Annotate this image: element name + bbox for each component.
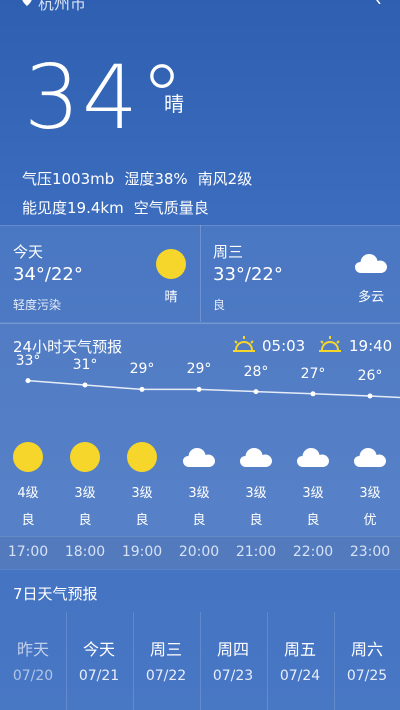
week-day-date: 07/21	[78, 668, 120, 684]
hour-temperature: 31°	[72, 357, 98, 373]
hour-aqi: 优	[363, 513, 377, 528]
weekly-day-column[interactable]: 周三 07/22	[133, 612, 199, 710]
hour-wind: 3级	[131, 486, 153, 501]
hour-aqi: 良	[135, 513, 149, 528]
hour-time: 18:00	[64, 544, 106, 560]
today-aqi: 轻度污染	[13, 298, 62, 312]
share-icon[interactable]	[372, 0, 382, 4]
sunset-time: 19:40	[349, 337, 393, 355]
week-column-divider	[66, 612, 67, 710]
hour-wind: 3级	[302, 486, 324, 501]
week-day-name: 周三	[149, 640, 182, 659]
week-day-date: 07/20	[12, 668, 54, 684]
weekly-forecast-title: 7日天气预报	[13, 585, 98, 603]
sun-icon	[12, 441, 44, 477]
sun-icon	[156, 249, 186, 279]
temperature-point	[25, 378, 31, 384]
temperature-point	[196, 386, 202, 392]
sunrise-icon	[233, 336, 255, 352]
humidity: 湿度38%	[124, 170, 188, 188]
tomorrow-aqi: 良	[213, 298, 226, 312]
tomorrow-label: 周三	[213, 243, 244, 261]
sunset-icon	[319, 336, 341, 352]
cloud-icon	[183, 446, 215, 472]
today-temps: 34°/22°	[13, 264, 83, 285]
weather-details-row-1: 气压1003mb 湿度38% 南风2级	[22, 168, 262, 189]
week-column-divider	[133, 612, 134, 710]
week-column-divider	[200, 612, 201, 710]
hour-time: 22:00	[292, 544, 334, 560]
hour-time: 23:00	[349, 544, 391, 560]
week-day-date: 07/25	[346, 668, 388, 684]
current-temperature: 34°	[24, 46, 186, 149]
hour-time: 20:00	[178, 544, 220, 560]
week-day-name: 周四	[216, 640, 249, 659]
weather-details-row-2: 能见度19.4km 空气质量良	[22, 197, 219, 218]
hour-aqi: 良	[78, 513, 92, 528]
weekly-day-column[interactable]: 昨天 07/20	[0, 612, 66, 710]
weekly-day-column[interactable]: 今天 07/21	[66, 612, 132, 710]
card-divider	[200, 225, 201, 322]
week-day-name: 周六	[350, 640, 383, 659]
hour-wind: 3级	[359, 486, 381, 501]
week-column-divider	[267, 612, 268, 710]
hour-wind: 3级	[74, 486, 96, 501]
hour-time: 19:00	[121, 544, 163, 560]
hour-aqi: 良	[192, 513, 206, 528]
hour-aqi: 良	[306, 513, 320, 528]
temperature-point	[253, 389, 259, 395]
cloud-icon	[240, 446, 272, 472]
hour-aqi: 良	[249, 513, 263, 528]
cloud-icon	[355, 254, 387, 273]
current-condition: 晴	[164, 92, 184, 116]
weekly-day-column[interactable]: 周五 07/24	[267, 612, 333, 710]
weekly-day-column[interactable]: 周四 07/23	[200, 612, 266, 710]
today-label: 今天	[13, 243, 44, 261]
hour-wind: 3级	[188, 486, 210, 501]
tomorrow-temps: 33°/22°	[213, 264, 283, 285]
air-quality: 空气质量良	[133, 199, 209, 217]
week-day-date: 07/24	[279, 668, 321, 684]
wind: 南风2级	[197, 170, 253, 188]
city-name[interactable]: 杭州市	[38, 0, 86, 14]
sunrise-time: 05:03	[262, 337, 306, 355]
hour-temperature: 28°	[243, 363, 269, 380]
hour-wind: 4级	[17, 486, 39, 501]
cloud-icon	[297, 446, 329, 472]
temperature-point	[82, 382, 88, 388]
hour-temperature: 33°	[15, 352, 41, 369]
hour-temperature: 29°	[129, 361, 155, 378]
temperature-point	[139, 386, 145, 392]
pressure: 气压1003mb	[22, 170, 115, 188]
week-day-name: 今天	[82, 640, 115, 659]
temperature-point	[310, 391, 316, 397]
sun-icon	[126, 441, 158, 477]
weekly-day-column[interactable]: 周六 07/25	[334, 612, 400, 710]
hour-wind: 3级	[245, 486, 267, 501]
location-pin-icon[interactable]	[22, 0, 32, 6]
week-day-name: 昨天	[16, 640, 49, 659]
tomorrow-condition: 多云	[357, 290, 384, 305]
sun-icon	[69, 441, 101, 477]
cloud-icon	[354, 446, 386, 472]
week-day-date: 07/23	[212, 668, 254, 684]
week-day-date: 07/22	[145, 668, 187, 684]
visibility: 能见度19.4km	[22, 199, 124, 217]
hour-temperature: 29°	[186, 361, 212, 378]
hour-temperature: 27°	[300, 365, 326, 382]
hour-time: 21:00	[235, 544, 277, 560]
temperature-point	[367, 393, 373, 399]
hour-temperature: 26°	[357, 368, 383, 384]
hour-aqi: 良	[21, 513, 35, 528]
week-day-name: 周五	[283, 640, 316, 659]
week-column-divider	[334, 612, 335, 710]
today-condition: 晴	[164, 290, 178, 305]
hour-time: 17:00	[7, 544, 49, 560]
